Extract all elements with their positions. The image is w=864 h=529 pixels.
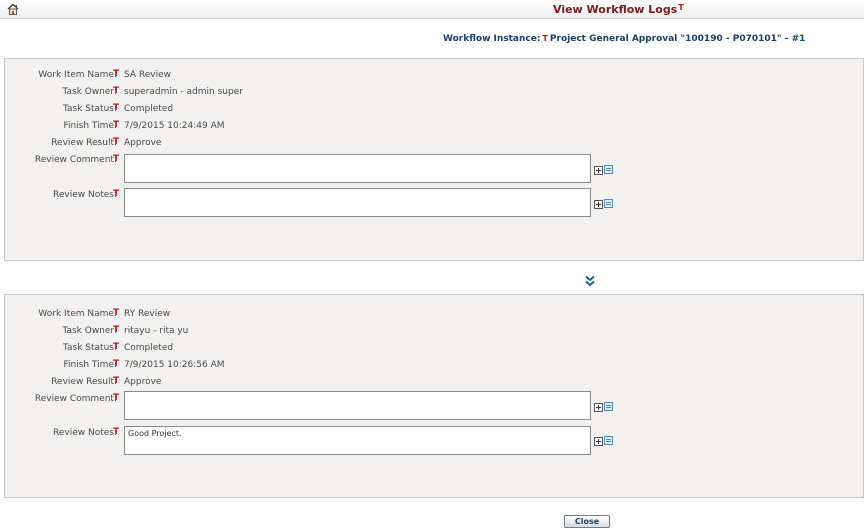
work-item-value: RY Review (124, 309, 171, 319)
task-status-label: Task Status: (63, 104, 117, 114)
task-owner-label: Task Owner: (62, 326, 117, 336)
translate-marker[interactable]: T (113, 189, 119, 199)
task-status-row: Task Status: T Completed (5, 342, 864, 357)
review-comment-field[interactable] (124, 391, 591, 420)
finish-time-row: Finish Time: T 7/9/2015 10:26:56 AM (5, 359, 864, 374)
notes-icon[interactable] (604, 165, 613, 174)
review-comment-label: Review Comment: (34, 394, 117, 404)
workflow-log-panel: Work Item Name: T SA Review Task Owner: … (4, 58, 864, 261)
work-item-row: Work Item Name: T SA Review (5, 69, 864, 84)
translate-marker[interactable]: T (113, 393, 119, 403)
finish-time-value: 7/9/2015 10:24:49 AM (124, 121, 225, 131)
review-notes-label: Review Notes: (53, 428, 117, 438)
page-title-text: View Workflow Logs (553, 3, 678, 16)
translate-marker[interactable]: T (113, 325, 119, 335)
review-result-row: Review Result: T Approve (5, 376, 864, 391)
notes-icon[interactable] (604, 402, 613, 411)
task-status-value: Completed (124, 343, 174, 353)
finish-time-label: Finish Time: (63, 121, 117, 131)
review-result-row: Review Result: T Approve (5, 137, 864, 152)
translate-marker[interactable]: T (113, 376, 119, 386)
finish-time-value: 7/9/2015 10:26:56 AM (124, 360, 225, 370)
review-notes-field[interactable] (124, 188, 591, 217)
work-item-label: Work Item Name: (38, 70, 117, 80)
top-bar: View Workflow LogsT (0, 0, 864, 19)
workflow-instance-label: Workflow Instance: (443, 34, 541, 44)
finish-time-row: Finish Time: T 7/9/2015 10:24:49 AM (5, 120, 864, 135)
translate-marker[interactable]: T (113, 308, 119, 318)
double-chevron-down-icon[interactable] (584, 275, 596, 287)
task-status-row: Task Status: T Completed (5, 103, 864, 118)
notes-icon[interactable] (604, 436, 613, 445)
workflow-instance: Workflow Instance: T Project General Appro… (443, 34, 805, 44)
translate-marker[interactable]: T (113, 154, 119, 164)
task-status-value: Completed (124, 104, 174, 114)
finish-time-label: Finish Time: (63, 360, 117, 370)
task-status-label: Task Status: (63, 343, 117, 353)
review-notes-label: Review Notes: (53, 190, 117, 200)
translate-marker[interactable]: T (542, 34, 547, 43)
page-title: View Workflow LogsT (553, 3, 684, 16)
translate-marker[interactable]: T (113, 86, 119, 96)
translate-marker[interactable]: T (113, 69, 119, 79)
work-item-value: SA Review (124, 70, 172, 80)
notes-icon[interactable] (604, 199, 613, 208)
expand-icon[interactable] (594, 200, 603, 209)
translate-marker[interactable]: T (113, 137, 119, 147)
translate-marker[interactable]: T (113, 359, 119, 369)
review-comment-label: Review Comment: (34, 155, 117, 165)
workflow-log-panel: Work Item Name: T RY Review Task Owner: … (4, 294, 864, 498)
expand-icon[interactable] (594, 437, 603, 446)
task-owner-value: superadmin - admin super (124, 87, 243, 97)
expand-icon[interactable] (594, 166, 603, 175)
work-item-row: Work Item Name: T RY Review (5, 308, 864, 323)
task-owner-label: Task Owner: (62, 87, 117, 97)
home-icon[interactable] (6, 2, 20, 16)
translate-marker[interactable]: T (113, 427, 119, 437)
review-result-label: Review Result: (51, 377, 117, 387)
work-item-label: Work Item Name: (38, 309, 117, 319)
task-owner-row: Task Owner: T ritayu - rita yu (5, 325, 864, 340)
translate-marker[interactable]: T (113, 342, 119, 352)
task-owner-value: ritayu - rita yu (124, 326, 189, 336)
review-comment-field[interactable] (124, 154, 591, 183)
task-owner-row: Task Owner: T superadmin - admin super (5, 86, 864, 101)
workflow-instance-value: Project General Approval "100190 - P0701… (549, 34, 806, 44)
review-result-label: Review Result: (51, 138, 117, 148)
review-result-value: Approve (124, 377, 162, 387)
translate-marker[interactable]: T (113, 103, 119, 113)
close-button[interactable]: Close (564, 515, 610, 528)
expand-icon[interactable] (594, 403, 603, 412)
review-result-value: Approve (124, 138, 162, 148)
translate-marker[interactable]: T (113, 120, 119, 130)
review-notes-field[interactable] (124, 426, 591, 455)
translate-marker[interactable]: T (678, 3, 683, 12)
